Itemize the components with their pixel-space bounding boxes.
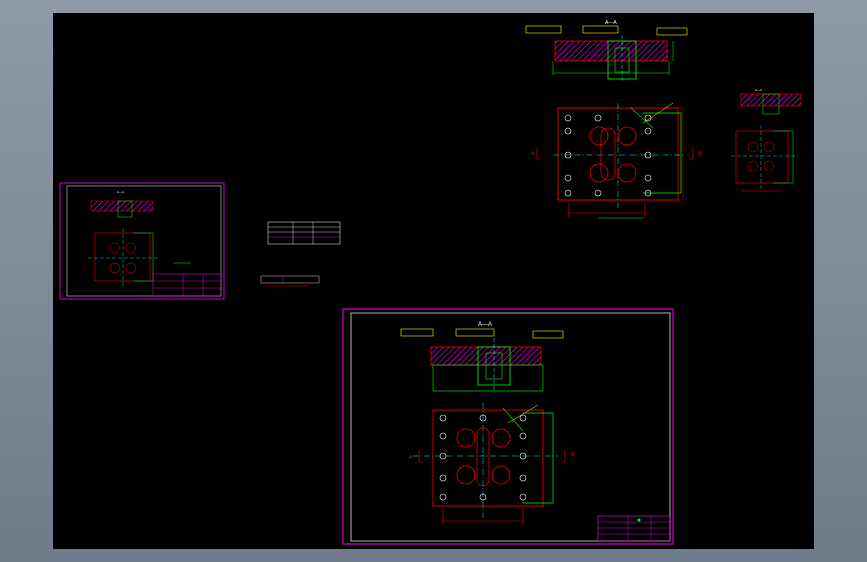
middle-tables bbox=[260, 221, 341, 287]
svg-text:A: A bbox=[409, 455, 413, 461]
app-frame: A—A A A A—A A—A A—A A A bbox=[0, 0, 867, 562]
title-block-icon bbox=[597, 515, 671, 542]
svg-text:A: A bbox=[531, 151, 535, 157]
bottom-sheet: A—A A A bbox=[342, 308, 674, 545]
far-right-drawing: A—A bbox=[731, 88, 802, 192]
svg-text:A—A: A—A bbox=[755, 88, 762, 92]
tolerance-frame-3 bbox=[656, 27, 688, 36]
svg-text:A—A: A—A bbox=[117, 190, 124, 194]
section-body bbox=[554, 40, 668, 62]
svg-text:A—A: A—A bbox=[478, 322, 492, 328]
left-sheet: A—A bbox=[59, 182, 225, 300]
section-title: A—A bbox=[605, 20, 617, 26]
top-right-drawing: A—A A A bbox=[525, 20, 702, 219]
tolerance-frame-1 bbox=[525, 25, 562, 34]
cad-drawing-canvas[interactable]: A—A A A A—A A—A A—A A A bbox=[53, 13, 814, 549]
drawing-sheet[interactable]: A—A A A A—A A—A A—A A A bbox=[53, 13, 814, 549]
svg-text:A: A bbox=[571, 452, 575, 458]
svg-text:A: A bbox=[698, 151, 702, 157]
tolerance-frame-2 bbox=[582, 25, 619, 34]
plan-outline bbox=[557, 107, 679, 201]
